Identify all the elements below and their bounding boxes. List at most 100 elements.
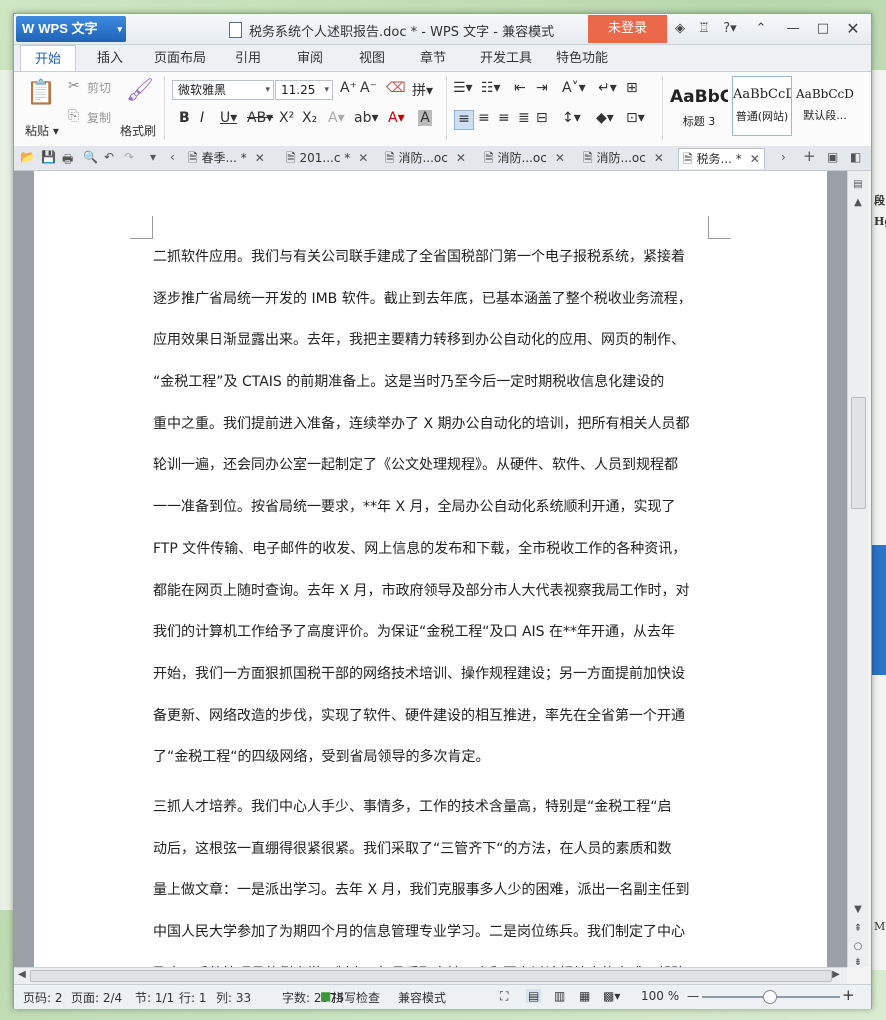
subscript-icon[interactable]: X₂ xyxy=(302,110,317,126)
scroll-down-icon[interactable]: ▼ xyxy=(848,904,868,915)
text-effect-icon[interactable]: A▾ xyxy=(328,110,345,126)
line-spacing-icon[interactable]: ↕▾ xyxy=(562,110,581,126)
sidebar-icon[interactable]: ◧ xyxy=(850,150,861,164)
superscript-icon[interactable]: X² xyxy=(279,110,294,126)
page-view-icon[interactable]: ▤ xyxy=(526,989,542,1003)
style-default-paragraph[interactable]: AaBbCcDd 默认段... xyxy=(795,76,855,136)
tab-chapter[interactable]: 章节 xyxy=(413,45,453,71)
tab-page-layout[interactable]: 页面布局 xyxy=(148,45,212,71)
doc-tab-active[interactable]: 🗎 税务... * ✕ xyxy=(678,148,765,169)
new-tab-icon[interactable]: + xyxy=(803,147,816,165)
tab-home[interactable]: 开始 xyxy=(20,45,76,71)
bold-icon[interactable]: B xyxy=(179,110,190,126)
shrink-font-icon[interactable]: A⁻ xyxy=(360,80,377,96)
align-center-icon[interactable]: ≡ xyxy=(478,110,490,126)
style-heading-3[interactable]: AaBbC 标题 3 xyxy=(669,76,729,136)
doc-tab[interactable]: 🗎 201...c * ✕ xyxy=(286,148,368,169)
close-icon[interactable]: ✕ xyxy=(654,151,664,165)
copy-button[interactable]: 复制 xyxy=(87,109,111,126)
doc-tab[interactable]: 🗎 消防...oc ✕ xyxy=(583,148,664,169)
doc-tab[interactable]: 🗎 春季... * ✕ xyxy=(188,148,265,169)
layout-icon[interactable]: ▣ xyxy=(827,150,838,164)
open-folder-icon[interactable]: 📂 xyxy=(20,150,35,164)
save-icon[interactable]: 💾 xyxy=(41,150,56,164)
paste-icon[interactable]: 📋 xyxy=(26,78,56,106)
copy-icon[interactable]: ⎘ xyxy=(68,108,79,124)
distribute-icon[interactable]: ⊟ xyxy=(536,110,548,126)
increase-indent-icon[interactable]: ⇥ xyxy=(536,80,548,96)
tab-references[interactable]: 引用 xyxy=(228,45,268,71)
tab-special[interactable]: 特色功能 xyxy=(550,45,614,71)
numbered-list-icon[interactable]: ☷▾ xyxy=(481,80,501,96)
select-browse-icon[interactable]: ○ xyxy=(848,941,868,952)
pinyin-icon[interactable]: 拼▾ xyxy=(412,80,433,100)
zoom-slider-knob[interactable] xyxy=(763,990,777,1004)
align-right-icon[interactable]: ≡ xyxy=(498,110,510,126)
vertical-scroll-thumb[interactable] xyxy=(851,397,866,509)
status-spell-check[interactable]: 拼写检查 xyxy=(332,989,380,1006)
vertical-scrollbar[interactable]: ▤ ▲ ▼ ⇞ ○ ⇟ xyxy=(847,171,868,968)
close-icon[interactable]: ✕ xyxy=(844,20,862,38)
nav-pane-icon[interactable]: ▤ xyxy=(848,179,868,190)
shading-icon[interactable]: ◆▾ xyxy=(596,110,614,126)
doc-tab[interactable]: 🗎 消防...oc ✕ xyxy=(385,148,466,169)
chevron-left-icon[interactable]: ‹ xyxy=(170,150,175,164)
align-left-icon[interactable]: ≡ xyxy=(454,110,474,130)
tab-developer[interactable]: 开发工具 xyxy=(474,45,538,71)
italic-icon[interactable]: I xyxy=(200,110,204,126)
print-preview-icon[interactable]: 🔍 xyxy=(83,150,98,164)
format-painter-button[interactable]: 格式刷 xyxy=(120,122,156,139)
horizontal-scrollbar[interactable]: ◀ ▶ xyxy=(14,967,847,984)
highlight-icon[interactable]: ab▾ xyxy=(354,110,379,126)
style-web-normal[interactable]: AaBbCcD 普通(网站) xyxy=(732,76,792,136)
tab-view[interactable]: 视图 xyxy=(352,45,392,71)
paste-button[interactable]: 粘贴 ▾ xyxy=(25,122,59,139)
reading-view-icon[interactable]: ▩▾ xyxy=(603,989,620,1003)
chevron-down-icon[interactable]: ▾ xyxy=(150,150,156,164)
char-shading-icon[interactable]: A xyxy=(418,110,432,126)
print-icon[interactable]: 🖶 xyxy=(62,150,73,171)
full-screen-icon[interactable]: ⛶ xyxy=(500,989,508,1004)
format-painter-icon[interactable]: 🖌 xyxy=(126,78,154,103)
close-icon[interactable]: ✕ xyxy=(255,151,265,165)
web-view-icon[interactable]: ▦ xyxy=(579,989,590,1003)
zoom-level[interactable]: 100 % xyxy=(641,989,679,1003)
shirt-icon[interactable]: ♖ xyxy=(695,20,713,38)
collapse-ribbon-icon[interactable]: ⌃ xyxy=(752,20,770,38)
font-name-select[interactable]: 微软雅黑 ▾ xyxy=(172,80,274,100)
close-icon[interactable]: ✕ xyxy=(358,151,368,165)
wps-menu-button[interactable]: W WPS 文字 ▾ xyxy=(16,16,126,42)
scroll-left-icon[interactable]: ◀ xyxy=(16,969,28,980)
chevron-right-icon[interactable]: › xyxy=(781,150,786,164)
next-page-icon[interactable]: ⇟ xyxy=(848,957,868,968)
grow-font-icon[interactable]: A⁺ xyxy=(340,80,357,96)
login-button[interactable]: 未登录 xyxy=(588,15,667,43)
font-case-icon[interactable]: A˅▾ xyxy=(562,80,586,96)
decrease-indent-icon[interactable]: ⇤ xyxy=(514,80,526,96)
scroll-up-icon[interactable]: ▲ xyxy=(848,197,868,208)
prev-page-icon[interactable]: ⇞ xyxy=(848,923,868,934)
help-icon[interactable]: ?▾ xyxy=(721,20,739,38)
tab-insert[interactable]: 插入 xyxy=(90,45,130,71)
close-icon[interactable]: ✕ xyxy=(456,151,466,165)
show-marks-icon[interactable]: ↵▾ xyxy=(598,80,617,96)
underline-icon[interactable]: U▾ xyxy=(220,110,237,126)
doc-tab[interactable]: 🗎 消防...oc ✕ xyxy=(484,148,565,169)
close-icon[interactable]: ✕ xyxy=(750,152,760,166)
zoom-in-icon[interactable]: + xyxy=(842,986,855,1004)
undo-icon[interactable]: ↶ xyxy=(104,150,114,164)
tab-review[interactable]: 审阅 xyxy=(290,45,330,71)
clear-format-icon[interactable]: ⌫ xyxy=(386,80,406,96)
font-size-select[interactable]: 11.25 ▾ xyxy=(275,80,333,100)
close-icon[interactable]: ✕ xyxy=(555,151,565,165)
redo-icon[interactable]: ↷ xyxy=(124,150,134,164)
cut-button[interactable]: 剪切 xyxy=(87,79,111,96)
outline-view-icon[interactable]: ▥ xyxy=(554,989,565,1003)
border-icon[interactable]: ⊡▾ xyxy=(626,110,645,126)
document-page[interactable]: 二抓软件应用。我们与有关公司联手建成了全省国税部门第一个电子报税系统，紧接着 逐… xyxy=(34,171,827,967)
justify-icon[interactable]: ≣ xyxy=(518,110,530,126)
minimize-icon[interactable]: — xyxy=(784,20,802,38)
bullet-list-icon[interactable]: ☰▾ xyxy=(453,80,473,96)
horizontal-scroll-thumb[interactable] xyxy=(30,970,832,982)
strikethrough-icon[interactable]: AB▾ xyxy=(247,110,273,126)
